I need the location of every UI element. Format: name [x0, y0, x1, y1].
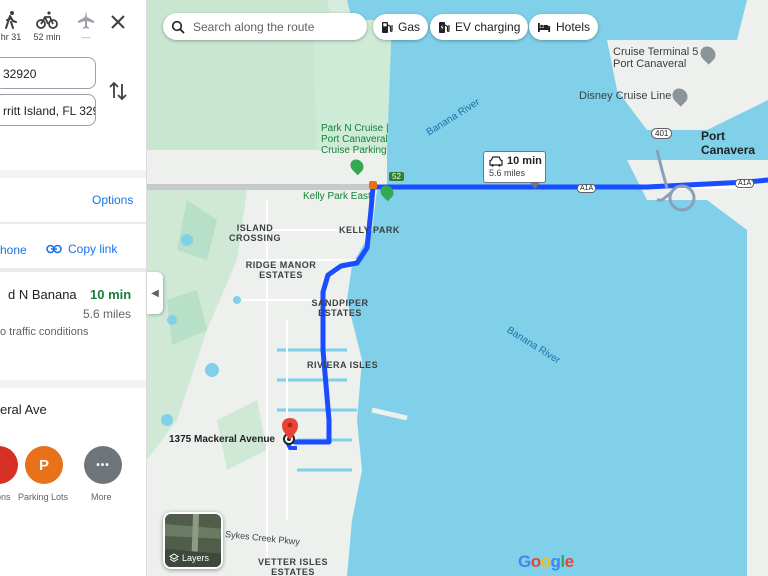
map-label-sandpiper: SANDPIPER ESTATES [311, 298, 369, 318]
layers-button[interactable]: Layers [163, 512, 223, 569]
route-shield-52: 52 [389, 172, 404, 181]
map-label-disney-cruise[interactable]: Disney Cruise Line [579, 90, 671, 102]
travel-mode-bike[interactable]: 52 min [32, 10, 62, 42]
send-to-phone-link[interactable]: hone [0, 243, 27, 257]
nearby-label: Parking Lots [18, 492, 69, 502]
chip-gas[interactable]: Gas [373, 14, 429, 40]
ev-charging-icon [439, 21, 450, 33]
travel-mode-flight[interactable]: — [74, 10, 98, 42]
destination-title: eral Ave [0, 402, 47, 417]
map-label-kelly-park-east[interactable]: Kelly Park East [303, 191, 371, 202]
swap-icon [109, 81, 127, 101]
chip-ev-charging[interactable]: EV charging [430, 14, 529, 40]
nearby-button-stations[interactable] [0, 446, 18, 484]
callout-distance: 5.6 miles [489, 168, 526, 178]
map-label-ridge-manor: RIDGE MANOR ESTATES [245, 260, 317, 280]
map-label-riviera-isles: RIVIERA ISLES [307, 360, 379, 370]
nearby-label: ons [0, 492, 11, 502]
route-callout[interactable]: 10 min 5.6 miles [483, 151, 546, 189]
chip-gas-label: Gas [398, 20, 421, 34]
route-name: d N Banana [8, 287, 77, 302]
chip-ev-charging-label: EV charging [455, 20, 521, 34]
map-label-vetter-isles: VETTER ISLES ESTATES [257, 557, 328, 576]
parking-icon: P [38, 456, 49, 474]
destination-input[interactable]: rritt Island, FL 329 [0, 94, 96, 126]
flight-time: — [81, 32, 91, 42]
route-traffic-note: o traffic conditions [0, 326, 89, 338]
map-label-destination[interactable]: 1375 Mackeral Avenue [169, 434, 275, 445]
chevron-left-icon: ◀ [151, 287, 159, 299]
swap-directions-button[interactable] [108, 80, 128, 102]
route-shield-401: 401 [651, 128, 673, 139]
route-time: 10 min [90, 287, 132, 302]
route-shield-a1a: A1A [735, 179, 755, 188]
bed-icon [538, 22, 551, 32]
map-canvas[interactable]: Cruise Terminal 5 - Port Canaveral Disne… [147, 0, 768, 576]
options-link[interactable]: Options [92, 193, 133, 207]
nearby-button-parking[interactable]: P [25, 446, 63, 484]
map-label-park-n-cruise[interactable]: Park N Cruise | Port Canaveral Cruise Pa… [321, 123, 403, 156]
search-placeholder: Search along the route [193, 19, 315, 34]
walk-icon [0, 10, 22, 32]
close-icon [111, 15, 125, 29]
airplane-icon [74, 10, 98, 32]
copy-link-label: Copy link [68, 242, 118, 256]
nearby-label: More [91, 492, 112, 502]
section-divider [0, 170, 146, 178]
callout-time: 10 min [507, 155, 542, 167]
route-distance: 5.6 miles [83, 307, 132, 321]
section-divider [0, 268, 146, 272]
more-icon: ••• [96, 459, 110, 471]
directions-panel: hr 31 52 min — 32920 rritt Island, FL 32… [0, 0, 147, 576]
close-directions-button[interactable] [106, 10, 130, 34]
gas-pump-icon [382, 21, 393, 33]
map-label-island-crossing: ISLAND CROSSING [228, 223, 281, 243]
search-icon [171, 20, 185, 34]
map-label-port-canaveral: Port Canavera [701, 129, 756, 157]
route-shield-a1a: A1A [577, 184, 597, 193]
travel-mode-walk[interactable]: hr 31 [0, 10, 22, 42]
collapse-panel-button[interactable]: ◀ [147, 272, 163, 314]
section-divider [0, 380, 146, 388]
chip-hotels[interactable]: Hotels [529, 14, 599, 40]
bike-time: 52 min [33, 32, 61, 42]
nearby-button-more[interactable]: ••• [84, 446, 122, 484]
origin-input[interactable]: 32920 [0, 57, 96, 89]
bike-icon [32, 10, 62, 32]
map-label-kelly-park: KELLY PARK [339, 225, 400, 235]
layers-icon [169, 553, 179, 563]
walk-time: hr 31 [0, 32, 22, 42]
car-icon [489, 155, 503, 167]
search-along-route-input[interactable]: Search along the route [163, 13, 367, 40]
layers-label: Layers [182, 553, 210, 563]
link-icon [46, 244, 62, 254]
map-graphic [147, 0, 768, 576]
chip-hotels-label: Hotels [556, 20, 591, 34]
google-logo: Google [518, 552, 574, 571]
copy-link-button[interactable]: Copy link [46, 242, 117, 256]
layers-label-group: Layers [169, 553, 209, 563]
section-divider [0, 222, 146, 224]
